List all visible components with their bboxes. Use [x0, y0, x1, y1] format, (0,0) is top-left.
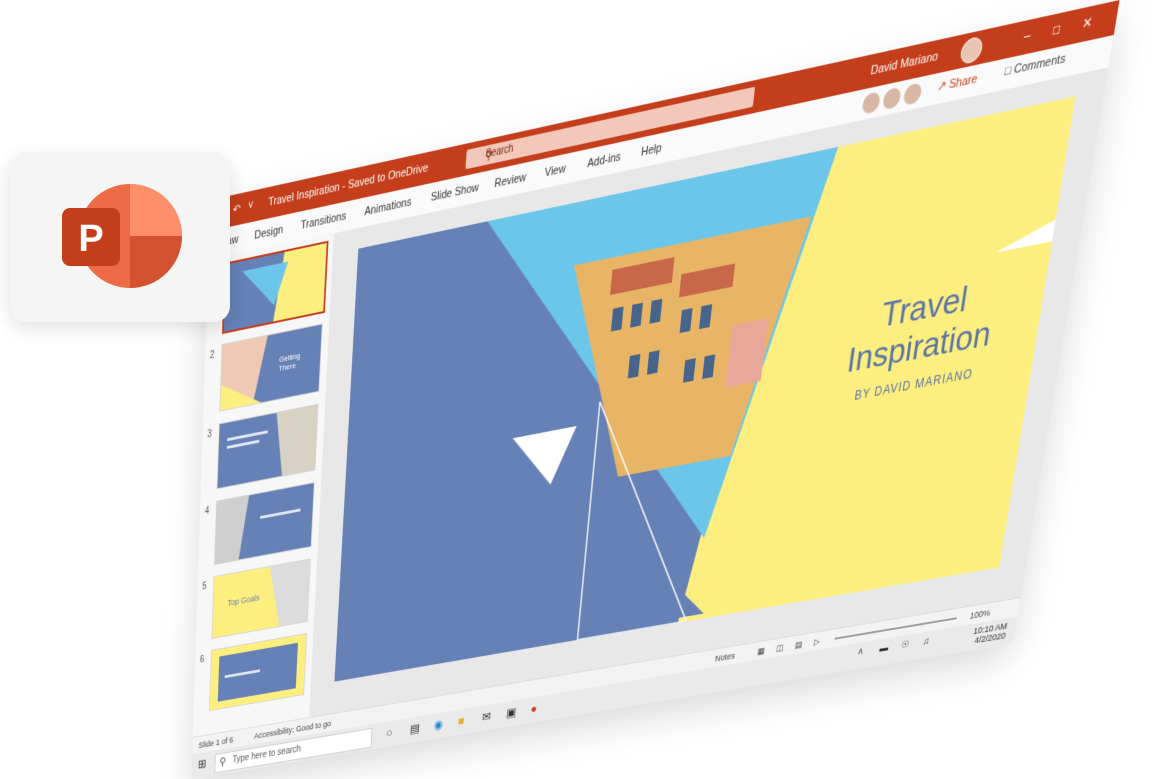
thumbnail-slide-4[interactable]: [214, 481, 315, 566]
battery-icon[interactable]: ▬: [879, 643, 889, 655]
reading-view-icon[interactable]: ▤: [794, 639, 803, 651]
windows-start-icon[interactable]: ⊞: [198, 756, 207, 771]
tab-add-ins[interactable]: Add-ins: [587, 150, 622, 170]
share-label: Share: [948, 72, 979, 92]
search-placeholder: Search: [484, 142, 514, 161]
minimize-button[interactable]: –: [1023, 27, 1032, 45]
search-icon: ⚲: [219, 754, 227, 769]
mail-icon[interactable]: ✉: [482, 709, 492, 725]
chevron-up-icon[interactable]: ˄: [857, 647, 864, 658]
widgets-icon[interactable]: ▤: [410, 721, 421, 737]
thumbnail-slide-3[interactable]: [216, 403, 319, 490]
thumb-number: 2: [209, 349, 215, 362]
close-button[interactable]: ✕: [1081, 14, 1094, 32]
stage: ▦ ↶ ˅ Travel Inspiration - Saved to OneD…: [0, 0, 1158, 779]
thumbnail-image: [223, 243, 327, 332]
tab-animations[interactable]: Animations: [364, 196, 412, 219]
tab-help[interactable]: Help: [640, 142, 662, 160]
powerpoint-taskbar-icon[interactable]: ●: [530, 701, 538, 716]
share-button[interactable]: ↗ Share: [936, 71, 978, 94]
thumb-number: 4: [204, 505, 210, 518]
network-icon[interactable]: ☉: [900, 639, 909, 651]
tab-transitions[interactable]: Transitions: [300, 210, 346, 232]
collaborator-avatar[interactable]: [901, 80, 924, 108]
tab-slide-show[interactable]: Slide Show: [430, 181, 479, 204]
powerpoint-app-tile: P: [10, 152, 230, 322]
task-view-icon[interactable]: ○: [386, 725, 393, 739]
thumbnail-slide-5[interactable]: Top Goals: [211, 558, 311, 639]
thumbnail-image: [217, 404, 318, 489]
comments-label: Comments: [1012, 51, 1067, 77]
svg-text:P: P: [78, 218, 103, 260]
thumbnail-slide-6[interactable]: [208, 632, 308, 712]
chevron-down-icon[interactable]: ˅: [248, 199, 254, 213]
tab-design[interactable]: Design: [254, 223, 283, 242]
thumb-number: 5: [202, 581, 207, 593]
store-icon[interactable]: ▣: [506, 705, 517, 721]
thumbnail-image: [209, 633, 307, 711]
edge-icon[interactable]: ◉: [433, 717, 443, 733]
user-name[interactable]: David Mariano: [870, 50, 939, 78]
volume-icon[interactable]: ♫: [922, 636, 930, 648]
slideshow-icon[interactable]: ▷: [813, 636, 820, 647]
thumb-number: 6: [199, 654, 205, 666]
undo-icon[interactable]: ↶: [233, 202, 241, 217]
powerpoint-window: ▦ ↶ ˅ Travel Inspiration - Saved to OneD…: [191, 0, 1120, 779]
thumbnail-image: [214, 483, 314, 564]
slide-sorter-icon[interactable]: ◫: [775, 643, 784, 655]
notes-button[interactable]: Notes: [715, 651, 736, 664]
tab-view[interactable]: View: [544, 162, 566, 179]
thumb-number: 3: [207, 428, 212, 441]
taskbar-search-placeholder: Type here to search: [232, 744, 302, 766]
comments-button[interactable]: □ Comments: [1004, 52, 1067, 79]
avatar[interactable]: [959, 35, 984, 66]
thumbnail-slide-1[interactable]: [221, 240, 329, 335]
file-explorer-icon[interactable]: ■: [457, 713, 464, 728]
powerpoint-logo-icon: P: [62, 184, 182, 288]
collaborator-avatar[interactable]: [880, 85, 903, 112]
zoom-level[interactable]: 100%: [969, 608, 991, 621]
normal-view-icon[interactable]: ▦: [757, 646, 765, 658]
collaborator-avatar[interactable]: [860, 89, 883, 117]
thumbnail-slide-2[interactable]: Getting There: [219, 323, 323, 412]
maximize-button[interactable]: □: [1052, 21, 1062, 39]
share-icon: ↗: [936, 78, 948, 95]
comments-icon: □: [1003, 63, 1013, 79]
tab-review[interactable]: Review: [494, 171, 527, 191]
